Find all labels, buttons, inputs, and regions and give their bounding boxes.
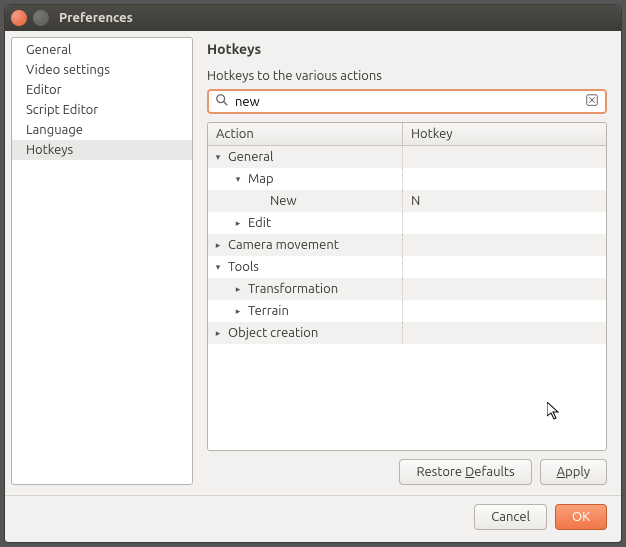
expand-icon[interactable]: ▸ — [232, 306, 244, 317]
column-hotkey[interactable]: Hotkey — [403, 123, 461, 145]
expand-icon[interactable]: ▸ — [212, 240, 224, 251]
tree-row-general[interactable]: ▾General — [208, 146, 606, 168]
cancel-button[interactable]: Cancel — [474, 504, 547, 530]
tree-row-camera-movement[interactable]: ▸Camera movement — [208, 234, 606, 256]
expand-icon[interactable]: ▾ — [232, 174, 244, 185]
ok-button[interactable]: OK — [555, 504, 607, 530]
tree-row-new[interactable]: New N — [208, 190, 606, 212]
minimize-icon[interactable] — [33, 10, 49, 26]
hotkey-value[interactable]: N — [403, 194, 420, 208]
sidebar-item-language[interactable]: Language — [12, 120, 192, 140]
search-input[interactable] — [235, 95, 579, 109]
category-sidebar: General Video settings Editor Script Edi… — [11, 37, 193, 485]
restore-defaults-button[interactable]: Restore Defaults — [399, 459, 531, 485]
sidebar-item-hotkeys[interactable]: Hotkeys — [12, 140, 192, 160]
sidebar-item-video-settings[interactable]: Video settings — [12, 60, 192, 80]
expand-icon[interactable]: ▾ — [212, 262, 224, 273]
preferences-dialog: Preferences General Video settings Edito… — [4, 4, 622, 543]
tree-row-transformation[interactable]: ▸Transformation — [208, 278, 606, 300]
sidebar-item-script-editor[interactable]: Script Editor — [12, 100, 192, 120]
tree-row-object-creation[interactable]: ▸Object creation — [208, 322, 606, 344]
search-icon — [215, 93, 229, 110]
table-header: Action Hotkey — [208, 123, 606, 146]
tree-row-map[interactable]: ▾Map — [208, 168, 606, 190]
window-title: Preferences — [59, 11, 133, 25]
sidebar-item-general[interactable]: General — [12, 40, 192, 60]
clear-search-icon[interactable] — [585, 93, 599, 110]
expand-icon[interactable]: ▸ — [232, 284, 244, 295]
panel-heading: Hotkeys — [207, 41, 607, 57]
sidebar-item-editor[interactable]: Editor — [12, 80, 192, 100]
apply-button[interactable]: Apply — [540, 459, 607, 485]
tree-row-edit[interactable]: ▸Edit — [208, 212, 606, 234]
tree-row-tools[interactable]: ▾Tools — [208, 256, 606, 278]
panel-subtitle: Hotkeys to the various actions — [207, 69, 607, 83]
tree-row-terrain[interactable]: ▸Terrain — [208, 300, 606, 322]
search-box[interactable] — [207, 89, 607, 114]
expand-icon[interactable]: ▾ — [212, 152, 224, 163]
hotkeys-table: Action Hotkey ▾General ▾Map N — [207, 122, 607, 451]
titlebar: Preferences — [5, 5, 621, 31]
expand-icon[interactable]: ▸ — [232, 218, 244, 229]
column-action[interactable]: Action — [208, 123, 403, 145]
close-icon[interactable] — [11, 10, 27, 26]
expand-icon[interactable]: ▸ — [212, 328, 224, 339]
